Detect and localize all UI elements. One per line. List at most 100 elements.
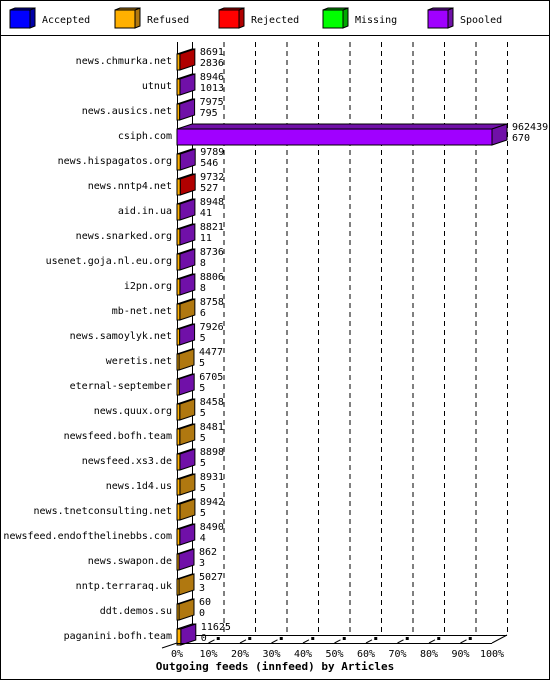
- bar: [176, 253, 181, 271]
- value-label-top: 7975: [200, 97, 224, 108]
- value-label-bottom: 5: [199, 383, 205, 394]
- x-tick-label: 50%: [325, 649, 343, 660]
- bar: [176, 78, 181, 96]
- value-label-bottom: 5: [200, 408, 206, 419]
- floor-tick-mark: [342, 637, 346, 640]
- bar: [176, 353, 180, 371]
- bar: [176, 328, 181, 346]
- bar: [176, 478, 181, 496]
- bar-top: [176, 123, 508, 130]
- value-label-bottom: 8: [200, 258, 206, 269]
- value-label-bottom: 670: [512, 133, 530, 144]
- bar: [176, 153, 181, 171]
- legend-swatch-side: [134, 7, 141, 29]
- bar: [176, 278, 181, 296]
- floor-tick-mark: [216, 637, 220, 640]
- legend-swatch-missing: [322, 9, 344, 29]
- category-label: usenet.goja.nl.eu.org: [46, 256, 172, 267]
- category-label: news.hispagatos.org: [58, 156, 172, 167]
- bar: [176, 178, 181, 196]
- legend-swatch-spooled: [427, 9, 449, 29]
- bar: [176, 203, 181, 221]
- category-label: weretis.net: [106, 356, 172, 367]
- value-label-top: 8931: [200, 472, 224, 483]
- value-label-bottom: 5: [200, 433, 206, 444]
- value-label-top: 9789: [200, 147, 224, 158]
- legend-label: Missing: [355, 15, 397, 26]
- floor-tick-mark: [405, 637, 409, 640]
- category-label: eternal-september: [70, 381, 172, 392]
- bar: [176, 53, 181, 71]
- category-label: news.1d4.us: [106, 481, 172, 492]
- x-axis-label: Outgoing feeds (innfeed) by Articles: [156, 660, 394, 673]
- bar: [176, 553, 180, 571]
- value-label-bottom: 3: [199, 558, 205, 569]
- category-label: utnut: [142, 81, 172, 92]
- category-label: news.swapon.de: [88, 556, 172, 567]
- category-label: news.chmurka.net: [76, 56, 172, 67]
- category-label: newsfeed.bofh.team: [64, 431, 172, 442]
- floor-tick-mark: [279, 637, 283, 640]
- value-label-top: 8736: [200, 247, 224, 258]
- bar: [176, 128, 493, 146]
- legend-label: Rejected: [251, 15, 299, 26]
- bar: [176, 428, 181, 446]
- bar: [176, 578, 180, 596]
- bar: [176, 403, 181, 421]
- category-label: news.tnetconsulting.net: [34, 506, 172, 517]
- floor-tick-mark: [437, 637, 441, 640]
- value-label-bottom: 5: [200, 333, 206, 344]
- x-tick-label: 30%: [262, 649, 280, 660]
- value-label-bottom: 0: [199, 608, 205, 619]
- legend-swatch-side: [29, 7, 36, 29]
- value-label-top: 11625: [201, 622, 231, 633]
- bar: [176, 503, 181, 521]
- value-label-top: 8490: [200, 522, 224, 533]
- floor-tick-mark: [248, 637, 252, 640]
- bar: [176, 303, 181, 321]
- x-tick-label: 10%: [199, 649, 217, 660]
- value-label-top: 8942: [200, 497, 224, 508]
- value-label-bottom: 41: [200, 208, 212, 219]
- feeds-chart: Accepted Refused Rejected Missing Spooled ne…: [0, 0, 550, 680]
- legend-swatch-side: [238, 7, 245, 29]
- category-label: newsfeed.endofthelinebbs.com: [3, 531, 172, 542]
- value-label-bottom: 527: [200, 183, 218, 194]
- value-label-top: 5027: [199, 572, 223, 583]
- value-label-top: 8481: [200, 422, 224, 433]
- x-tick-label: 20%: [231, 649, 249, 660]
- legend-swatch-refused: [114, 9, 136, 29]
- value-label-bottom: 795: [200, 108, 218, 119]
- category-label: i2pn.org: [124, 281, 172, 292]
- value-label-top: 8946: [200, 72, 224, 83]
- value-label-bottom: 5: [200, 483, 206, 494]
- legend-swatch-rejected: [218, 9, 240, 29]
- bar: [176, 103, 181, 121]
- bar: [176, 228, 181, 246]
- value-label-top: 8806: [200, 272, 224, 283]
- x-tick-label: 40%: [294, 649, 312, 660]
- floor-tick-mark: [468, 637, 472, 640]
- category-label: csiph.com: [118, 131, 172, 142]
- value-label-top: 60: [199, 597, 211, 608]
- category-label: ddt.demos.su: [100, 606, 172, 617]
- category-label: news.nntp4.net: [88, 181, 172, 192]
- value-label-top: 962439: [512, 122, 548, 133]
- category-label: news.quux.org: [94, 406, 172, 417]
- value-label-bottom: 546: [200, 158, 218, 169]
- legend-swatch-side: [342, 7, 349, 29]
- value-label-bottom: 0: [201, 633, 207, 644]
- value-label-bottom: 5: [200, 458, 206, 469]
- floor-tick-mark: [311, 637, 315, 640]
- value-label-top: 6705: [199, 372, 223, 383]
- value-label-bottom: 1013: [200, 83, 224, 94]
- value-label-bottom: 8: [200, 283, 206, 294]
- category-label: paganini.bofh.team: [64, 631, 172, 642]
- value-label-top: 8691: [200, 47, 224, 58]
- x-tick-label: 0%: [171, 649, 183, 660]
- x-tick-label: 60%: [357, 649, 375, 660]
- x-tick-label: 90%: [451, 649, 469, 660]
- value-label-bottom: 3: [199, 583, 205, 594]
- bar: [176, 528, 181, 546]
- category-label: news.snarked.org: [76, 231, 172, 242]
